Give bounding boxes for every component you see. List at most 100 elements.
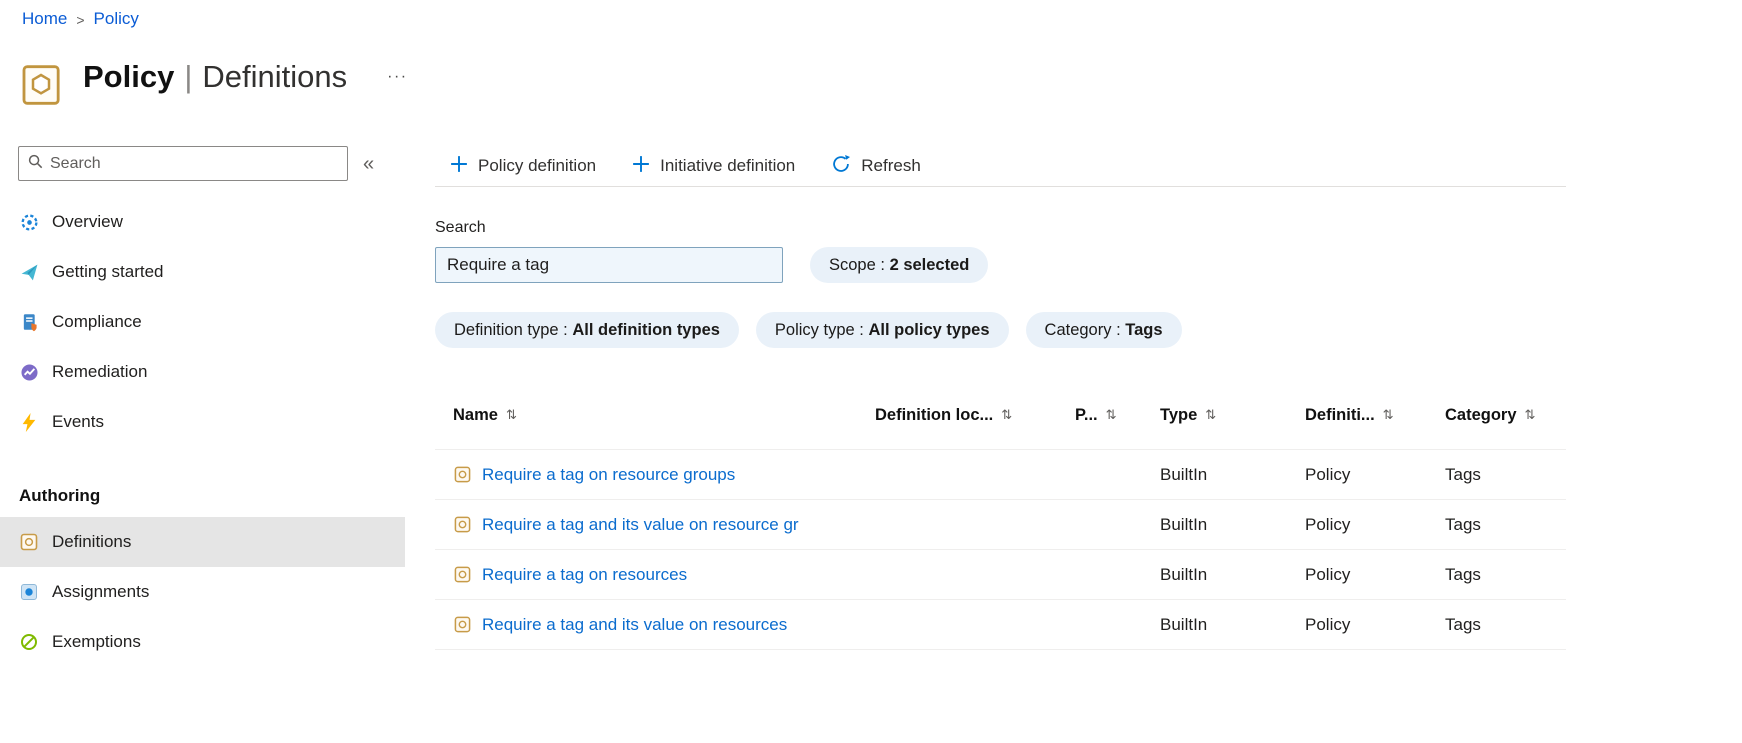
sidebar-item-definitions[interactable]: Definitions (0, 517, 405, 567)
sidebar-search-input[interactable] (50, 154, 338, 173)
command-bar: Policy definition Initiative definition … (435, 146, 1566, 187)
type-cell: BuiltIn (1160, 464, 1208, 484)
column-header-policies[interactable]: P... ⇅ (1075, 406, 1160, 425)
policy-definition-icon (454, 466, 471, 483)
sidebar-search-box (18, 146, 348, 181)
sidebar-item-events[interactable]: Events (0, 397, 405, 447)
pill-value: All policy types (868, 320, 990, 339)
definition-type-cell: Policy (1305, 514, 1351, 534)
more-options-icon[interactable]: ··· (387, 68, 407, 86)
refresh-icon (831, 154, 851, 179)
sidebar-item-label: Definitions (52, 532, 132, 551)
type-cell: BuiltIn (1160, 614, 1208, 634)
breadcrumb: Home > Policy (22, 9, 139, 29)
column-label: Definiti... (1305, 405, 1375, 424)
sidebar-item-label: Remediation (52, 362, 148, 381)
policy-definition-button[interactable]: Policy definition (450, 155, 596, 178)
pill-name: Definition type (454, 320, 559, 339)
pill-separator: : (558, 320, 573, 339)
column-header-definition-location[interactable]: Definition loc... ⇅ (875, 406, 1075, 425)
remediation-icon (19, 363, 39, 382)
pill-value: 2 selected (889, 255, 970, 274)
scope-filter-pill[interactable]: Scope : 2 selected (810, 247, 989, 283)
column-header-name[interactable]: Name ⇅ (435, 406, 875, 425)
column-label: Name (453, 405, 498, 424)
assignments-icon (19, 583, 39, 601)
definition-search-input[interactable] (435, 247, 783, 283)
table-row[interactable]: Require a tag on resource groups BuiltIn… (435, 450, 1566, 500)
sidebar-item-label: Overview (52, 212, 123, 231)
getting-started-icon (19, 263, 39, 282)
name-cell: Require a tag on resources (435, 565, 875, 585)
category-cell: Tags (1445, 464, 1481, 484)
column-label: P... (1075, 405, 1098, 424)
definition-type-cell: Policy (1305, 614, 1351, 634)
search-icon (28, 154, 43, 174)
sidebar-section-authoring: Authoring (19, 486, 101, 505)
refresh-button[interactable]: Refresh (831, 154, 921, 179)
page-title-secondary: Definitions (202, 59, 348, 94)
definition-type-cell: Policy (1305, 464, 1351, 484)
breadcrumb-home-link[interactable]: Home (22, 9, 67, 29)
sidebar-item-assignments[interactable]: Assignments (0, 567, 405, 617)
sidebar-item-exemptions[interactable]: Exemptions (0, 617, 405, 667)
sidebar-item-label: Getting started (52, 262, 164, 281)
plus-icon (632, 155, 650, 178)
sidebar-nav: Overview Getting started Compliance Reme… (0, 197, 405, 667)
definition-type-filter-pill[interactable]: Definition type : All definition types (435, 312, 739, 348)
page-title-separator: | (184, 59, 193, 94)
plus-icon (450, 155, 468, 178)
table-header: Name ⇅ Definition loc... ⇅ P... ⇅ Type ⇅… (435, 394, 1566, 436)
sidebar: « Overview Getting started (0, 146, 405, 667)
sidebar-item-compliance[interactable]: Compliance (0, 297, 405, 347)
definition-link[interactable]: Require a tag on resource groups (482, 465, 735, 485)
table-row[interactable]: Require a tag on resources BuiltIn Polic… (435, 550, 1566, 600)
events-icon (19, 412, 39, 432)
overview-icon (19, 213, 39, 232)
pill-name: Category (1044, 320, 1112, 339)
column-label: Type (1160, 405, 1198, 424)
table-row[interactable]: Require a tag and its value on resources… (435, 600, 1566, 650)
sort-icon: ⇅ (1382, 407, 1394, 422)
sort-icon: ⇅ (1205, 407, 1217, 422)
initiative-definition-button[interactable]: Initiative definition (632, 155, 795, 178)
breadcrumb-policy-link[interactable]: Policy (94, 9, 139, 29)
definition-link[interactable]: Require a tag and its value on resources (482, 615, 787, 635)
definition-link[interactable]: Require a tag and its value on resource … (482, 515, 799, 535)
sidebar-item-remediation[interactable]: Remediation (0, 347, 405, 397)
button-label: Refresh (861, 156, 921, 175)
exemptions-icon (19, 633, 39, 651)
sidebar-item-getting-started[interactable]: Getting started (0, 247, 405, 297)
category-cell: Tags (1445, 564, 1481, 584)
sort-icon: ⇅ (1001, 407, 1013, 422)
column-label: Category (1445, 405, 1517, 424)
sidebar-item-label: Exemptions (52, 632, 141, 651)
definition-link[interactable]: Require a tag on resources (482, 565, 687, 585)
policy-type-filter-pill[interactable]: Policy type : All policy types (755, 312, 1009, 348)
filter-row-1: Scope : 2 selected (435, 247, 1566, 283)
category-cell: Tags (1445, 514, 1481, 534)
sidebar-item-label: Events (52, 412, 104, 431)
search-label: Search (435, 219, 486, 236)
policy-definition-icon (454, 616, 471, 633)
column-header-type[interactable]: Type ⇅ (1160, 406, 1305, 425)
pill-value: All definition types (572, 320, 720, 339)
sidebar-item-label: Assignments (52, 582, 150, 601)
category-cell: Tags (1445, 614, 1481, 634)
collapse-sidebar-icon[interactable]: « (363, 154, 374, 174)
sidebar-item-overview[interactable]: Overview (0, 197, 405, 247)
sort-icon: ⇅ (1105, 407, 1117, 422)
column-header-definition-type[interactable]: Definiti... ⇅ (1305, 406, 1445, 425)
column-label: Definition loc... (875, 405, 994, 424)
column-header-category[interactable]: Category ⇅ (1445, 406, 1566, 425)
page-title: Policy | Definitions (83, 55, 347, 99)
category-filter-pill[interactable]: Category : Tags (1025, 312, 1182, 348)
compliance-icon (19, 313, 39, 332)
sidebar-search-row: « (0, 146, 405, 181)
table-row[interactable]: Require a tag and its value on resource … (435, 500, 1566, 550)
sort-icon: ⇅ (505, 407, 517, 422)
button-label: Initiative definition (660, 156, 796, 175)
button-label: Policy definition (478, 156, 597, 175)
definitions-icon (19, 533, 39, 551)
pill-separator: : (1111, 320, 1126, 339)
